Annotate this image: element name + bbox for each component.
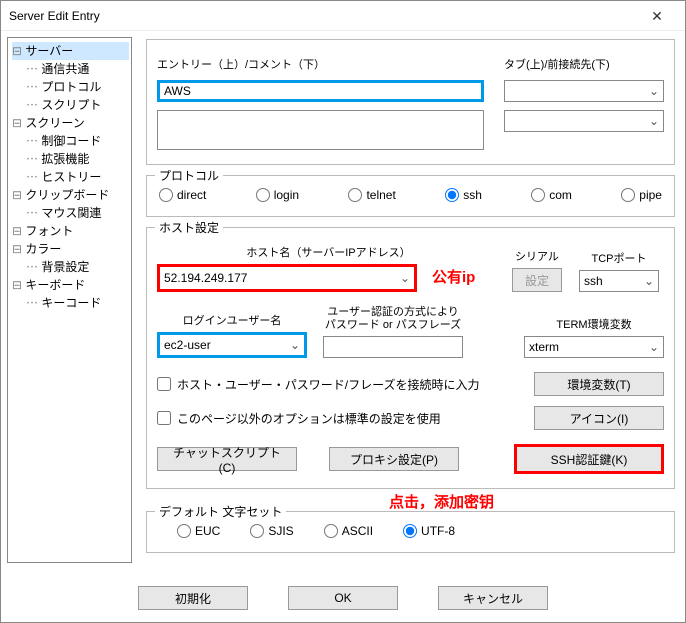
- tree-item-comm[interactable]: 通信共通: [12, 60, 129, 78]
- dialog-footer: 初期化 OK キャンセル: [1, 580, 685, 616]
- close-icon[interactable]: ✕: [637, 2, 677, 30]
- tree-item-script[interactable]: スクリプト: [12, 96, 129, 114]
- tree-item-ext[interactable]: 拡張機能: [12, 150, 129, 168]
- entry-name-input[interactable]: [157, 80, 484, 102]
- proxy-button[interactable]: プロキシ設定(P): [329, 447, 459, 471]
- radio-pipe[interactable]: pipe: [621, 188, 662, 202]
- tree-item-bg[interactable]: 背景設定: [12, 258, 129, 276]
- radio-telnet[interactable]: telnet: [348, 188, 395, 202]
- tree-item-font[interactable]: フォント: [12, 222, 129, 240]
- tree-item-clipboard[interactable]: クリップボード: [12, 186, 129, 204]
- tcpport-combo[interactable]: ssh: [579, 270, 659, 292]
- host-legend: ホスト設定: [155, 219, 223, 236]
- login-combo[interactable]: ec2-user: [157, 332, 307, 358]
- charset-legend: デフォルト 文字セット: [155, 503, 286, 520]
- window-title: Server Edit Entry: [9, 9, 637, 23]
- tree-item-server[interactable]: サーバー: [12, 42, 129, 60]
- radio-sjis[interactable]: SJIS: [250, 524, 293, 538]
- tcpport-label: TCPポート: [592, 250, 647, 266]
- cb-use-defaults[interactable]: このページ以外のオプションは標準の設定を使用: [157, 410, 522, 427]
- tree-item-history[interactable]: ヒストリー: [12, 168, 129, 186]
- titlebar: Server Edit Entry ✕: [1, 1, 685, 31]
- radio-euc[interactable]: EUC: [177, 524, 220, 538]
- radio-login[interactable]: login: [256, 188, 299, 202]
- serial-button[interactable]: 設定: [512, 268, 562, 292]
- tree-item-color[interactable]: カラー: [12, 240, 129, 258]
- term-label: TERM環境変数: [524, 316, 664, 332]
- env-button[interactable]: 環境変数(T): [534, 372, 664, 396]
- tree-item-screen[interactable]: スクリーン: [12, 114, 129, 132]
- entry-label: エントリー（上）/コメント（下）: [157, 56, 484, 72]
- charset-group: デフォルト 文字セット EUC SJIS ASCII UTF-8: [146, 511, 675, 553]
- radio-com[interactable]: com: [531, 188, 572, 202]
- category-tree[interactable]: サーバー 通信共通 プロトコル スクリプト スクリーン 制御コード 拡張機能 ヒ…: [7, 37, 132, 563]
- prev-combo[interactable]: [504, 110, 664, 132]
- cb-connect-prompt[interactable]: ホスト・ユーザー・パスワード/フレーズを接続時に入力: [157, 376, 522, 393]
- icon-button[interactable]: アイコン(I): [534, 406, 664, 430]
- ok-button[interactable]: OK: [288, 586, 398, 610]
- annot-public-ip: 公有ip: [432, 266, 475, 287]
- tree-item-keycode[interactable]: キーコード: [12, 294, 129, 312]
- auth-input[interactable]: [323, 336, 463, 358]
- login-label: ログインユーザー名: [157, 312, 307, 328]
- radio-utf8[interactable]: UTF-8: [403, 524, 455, 538]
- tree-item-keyboard[interactable]: キーボード: [12, 276, 129, 294]
- entry-group: エントリー（上）/コメント（下） タブ(上)/前接続先(下): [146, 39, 675, 165]
- radio-ascii[interactable]: ASCII: [324, 524, 373, 538]
- entry-comment-input[interactable]: [157, 110, 484, 150]
- radio-ssh[interactable]: ssh: [445, 188, 482, 202]
- auth-label: ユーザー認証の方式により パスワード or パスフレーズ: [323, 306, 463, 332]
- tree-item-mouse[interactable]: マウス関連: [12, 204, 129, 222]
- ssh-key-button[interactable]: SSH認証鍵(K): [514, 444, 664, 474]
- dialog-window: Server Edit Entry ✕ サーバー 通信共通 プロトコル スクリプ…: [0, 0, 686, 623]
- term-combo[interactable]: xterm: [524, 336, 664, 358]
- tab-label: タブ(上)/前接続先(下): [504, 56, 664, 72]
- cancel-button[interactable]: キャンセル: [438, 586, 548, 610]
- tree-item-control[interactable]: 制御コード: [12, 132, 129, 150]
- main-panel: エントリー（上）/コメント（下） タブ(上)/前接続先(下) プロトコル dir…: [132, 31, 685, 569]
- hostname-label: ホスト名（サーバーIPアドレス）: [157, 244, 500, 260]
- protocol-group: プロトコル direct login telnet ssh com pipe: [146, 175, 675, 217]
- tab-combo[interactable]: [504, 80, 664, 102]
- protocol-legend: プロトコル: [155, 167, 223, 184]
- tree-item-protocol[interactable]: プロトコル: [12, 78, 129, 96]
- radio-direct[interactable]: direct: [159, 188, 206, 202]
- host-group: ホスト設定 ホスト名（サーバーIPアドレス） 52.194.249.177 公有…: [146, 227, 675, 489]
- chat-script-button[interactable]: チャットスクリプト(C): [157, 447, 297, 471]
- serial-label: シリアル: [515, 248, 559, 264]
- annot-click-add-key: 点击，添加密钥: [389, 491, 494, 512]
- initialize-button[interactable]: 初期化: [138, 586, 248, 610]
- hostname-combo[interactable]: 52.194.249.177: [157, 264, 417, 292]
